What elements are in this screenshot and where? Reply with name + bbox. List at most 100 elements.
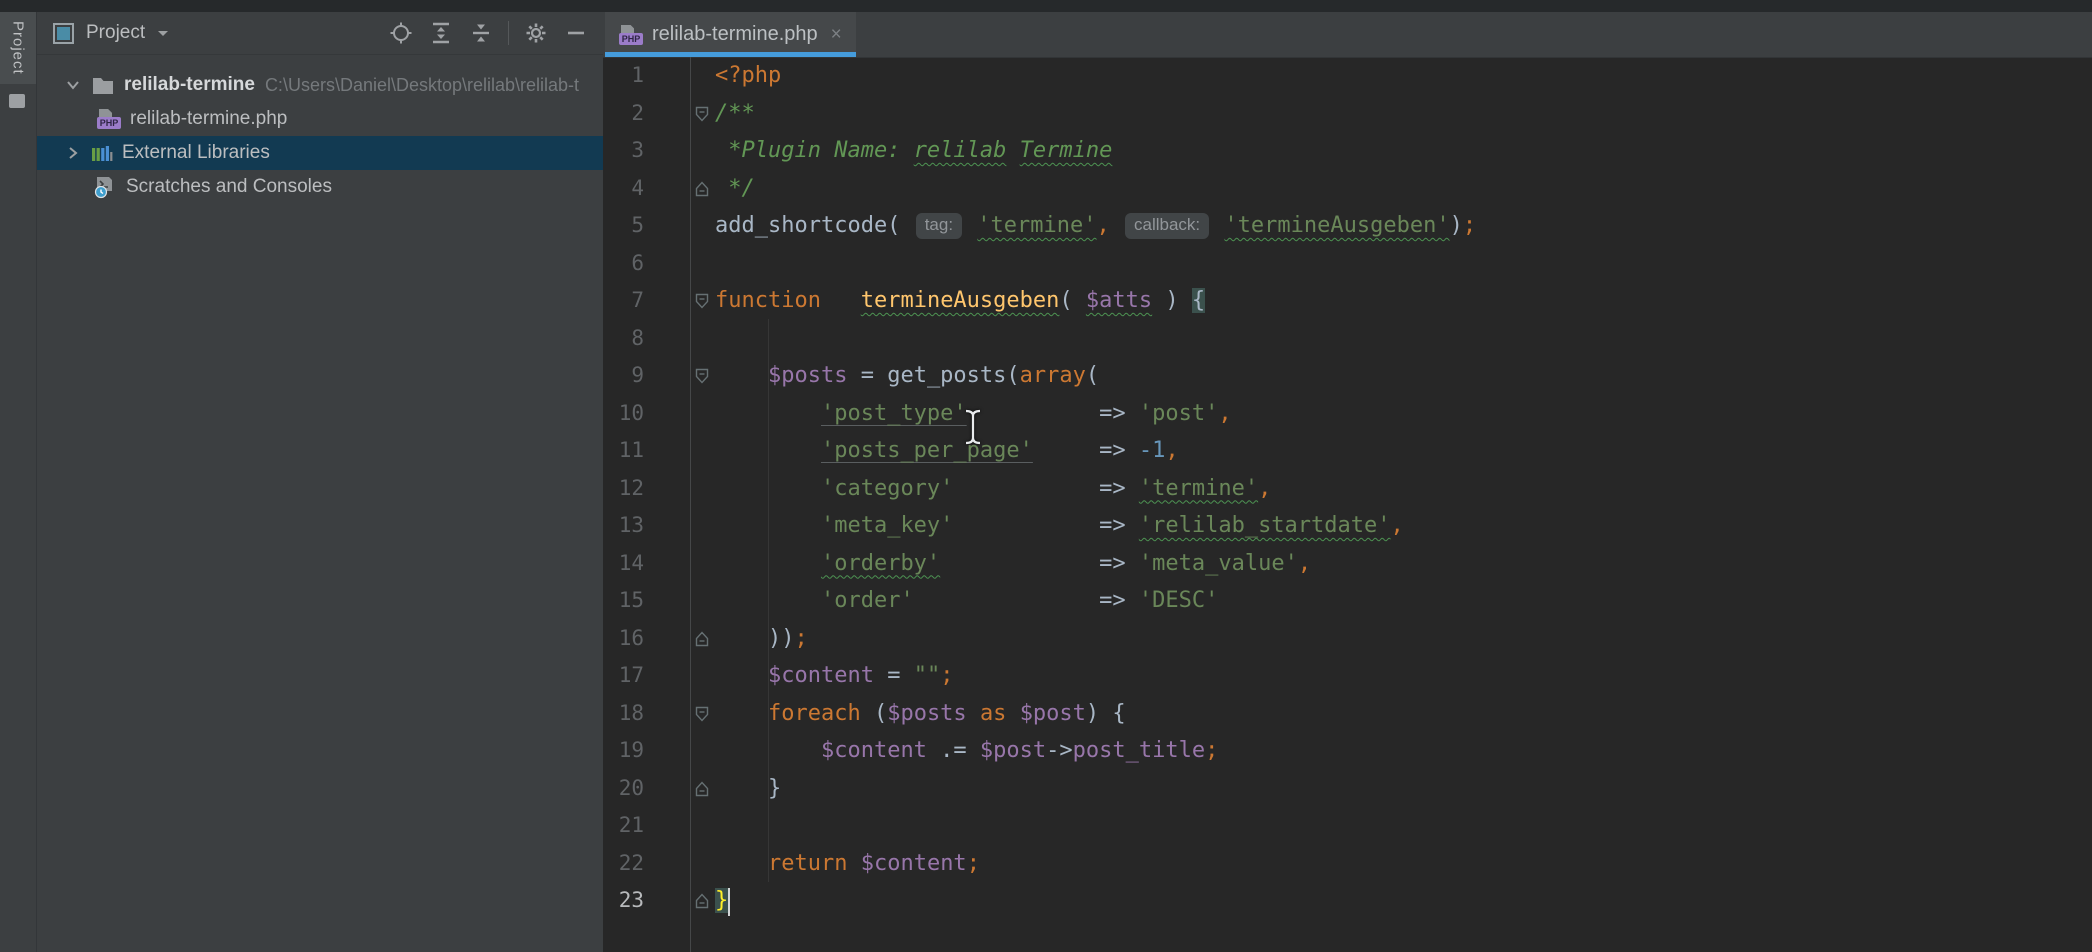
code-token: , bbox=[1258, 476, 1271, 501]
code-text: /** bbox=[715, 95, 755, 133]
code-token: 'DESC' bbox=[1139, 588, 1218, 613]
fold-gutter bbox=[690, 582, 715, 620]
line-number: 2 bbox=[603, 95, 690, 133]
fold-marker-icon[interactable] bbox=[690, 357, 715, 395]
line-number: 19 bbox=[603, 732, 690, 770]
project-stripe-label: Project bbox=[10, 21, 27, 75]
fold-gutter bbox=[690, 507, 715, 545]
tree-row-root-folder[interactable]: relilab-termine C:\Users\Daniel\Desktop\… bbox=[37, 68, 603, 102]
code-text: 'meta_key' => 'relilab_startdate', bbox=[715, 507, 1404, 545]
project-panel-header[interactable]: Project bbox=[37, 12, 603, 55]
code-token: foreach bbox=[768, 701, 861, 726]
locate-icon[interactable] bbox=[388, 20, 414, 46]
code-token: ( bbox=[1059, 288, 1086, 313]
tree-row-php-file[interactable]: PHP relilab-termine.php bbox=[37, 102, 603, 136]
tab-close-icon[interactable]: × bbox=[831, 25, 842, 44]
line-number: 17 bbox=[603, 657, 690, 695]
code-line[interactable]: 4 */ bbox=[603, 170, 2092, 208]
fold-marker-icon[interactable] bbox=[690, 770, 715, 808]
chevron-down-icon[interactable] bbox=[155, 25, 171, 41]
fold-marker-icon[interactable] bbox=[690, 695, 715, 733]
fold-marker-icon[interactable] bbox=[690, 620, 715, 658]
code-token: 'meta_key' bbox=[821, 513, 953, 538]
fold-marker-icon[interactable] bbox=[690, 282, 715, 320]
code-token: return bbox=[768, 851, 847, 876]
code-line[interactable]: 2 /** bbox=[603, 95, 2092, 133]
code-token: .= bbox=[927, 738, 980, 763]
code-token: 'post_type' bbox=[821, 401, 967, 426]
code-line[interactable]: 14 'orderby' => 'meta_value', bbox=[603, 545, 2092, 583]
code-token: , bbox=[1298, 551, 1311, 576]
chevron-down-icon[interactable] bbox=[63, 75, 83, 95]
code-line[interactable]: 11 'posts_per_page' => -1, bbox=[603, 432, 2092, 470]
code-line[interactable]: 21 bbox=[603, 807, 2092, 845]
code-line[interactable]: 16 )); bbox=[603, 620, 2092, 658]
code-line[interactable]: 15 'order' => 'DESC' bbox=[603, 582, 2092, 620]
fold-marker-icon[interactable] bbox=[690, 95, 715, 133]
hide-panel-icon[interactable] bbox=[563, 20, 589, 46]
code-line[interactable]: 3 *Plugin Name: relilab Termine bbox=[603, 132, 2092, 170]
parameter-hint-chip: tag: bbox=[916, 213, 962, 239]
line-number: 12 bbox=[603, 470, 690, 508]
code-text: return $content; bbox=[715, 845, 980, 883]
code-line[interactable]: 8 bbox=[603, 320, 2092, 358]
tree-item-label: Scratches and Consoles bbox=[126, 176, 332, 198]
tree-item-label: relilab-termine.php bbox=[130, 108, 287, 130]
code-token bbox=[715, 701, 768, 726]
code-token: ; bbox=[794, 626, 807, 651]
code-token: *Plugin Name: bbox=[715, 138, 914, 163]
tool-window-square-icon[interactable] bbox=[9, 94, 25, 108]
tree-row-scratches[interactable]: Scratches and Consoles bbox=[37, 170, 603, 204]
line-number: 16 bbox=[603, 620, 690, 658]
code-line[interactable]: 9 $posts = get_posts(array( bbox=[603, 357, 2092, 395]
code-line[interactable]: 12 'category' => 'termine', bbox=[603, 470, 2092, 508]
code-line[interactable]: 18 foreach ($posts as $post) { bbox=[603, 695, 2092, 733]
settings-gear-icon[interactable] bbox=[523, 20, 549, 46]
code-line[interactable]: 13 'meta_key' => 'relilab_startdate', bbox=[603, 507, 2092, 545]
fold-gutter bbox=[690, 245, 715, 283]
fold-gutter bbox=[690, 807, 715, 845]
code-line[interactable]: 7function termineAusgeben( $atts ) { bbox=[603, 282, 2092, 320]
code-token: = get_posts( bbox=[847, 363, 1019, 388]
code-line[interactable]: 1<?php bbox=[603, 57, 2092, 95]
code-line[interactable]: 23} bbox=[603, 882, 2092, 920]
code-line[interactable]: 5add_shortcode( tag: 'termine', callback… bbox=[603, 207, 2092, 245]
code-token: 'post' bbox=[1139, 401, 1218, 426]
chevron-right-icon[interactable] bbox=[63, 143, 83, 163]
code-token: => bbox=[953, 513, 1138, 538]
window-top-strip bbox=[0, 0, 2092, 12]
code-token: , bbox=[1391, 513, 1404, 538]
line-number: 11 bbox=[603, 432, 690, 470]
code-token: $content bbox=[821, 738, 927, 763]
gutter-separator bbox=[690, 57, 691, 952]
fold-gutter bbox=[690, 545, 715, 583]
code-line[interactable]: 6 bbox=[603, 245, 2092, 283]
expand-all-icon[interactable] bbox=[428, 20, 454, 46]
code-editor[interactable]: 1<?php2 /**3 *Plugin Name: relilab Termin… bbox=[603, 57, 2092, 952]
code-token: -> bbox=[1046, 738, 1073, 763]
tab-relilab-termine[interactable]: PHP relilab-termine.php × bbox=[605, 12, 856, 57]
code-token: relilab bbox=[914, 138, 1007, 163]
code-token bbox=[1006, 138, 1019, 163]
fold-marker-icon[interactable] bbox=[690, 882, 715, 920]
code-text: $content = ""; bbox=[715, 657, 953, 695]
code-token bbox=[715, 363, 768, 388]
code-line[interactable]: 19 $content .= $post->post_title; bbox=[603, 732, 2092, 770]
code-line[interactable]: 17 $content = ""; bbox=[603, 657, 2092, 695]
collapse-all-icon[interactable] bbox=[468, 20, 494, 46]
code-line[interactable]: 22 return $content; bbox=[603, 845, 2092, 883]
code-token: , bbox=[1218, 401, 1231, 426]
code-text: <?php bbox=[715, 57, 781, 95]
code-line[interactable]: 10 'post_type' => 'post', bbox=[603, 395, 2092, 433]
code-token: , bbox=[1097, 213, 1110, 238]
line-number: 10 bbox=[603, 395, 690, 433]
code-token: $content bbox=[861, 851, 967, 876]
code-token: 'category' bbox=[821, 476, 953, 501]
code-token: , bbox=[1165, 438, 1178, 463]
fold-gutter bbox=[690, 845, 715, 883]
project-stripe-button[interactable]: Project bbox=[0, 12, 36, 84]
code-line[interactable]: 20 } bbox=[603, 770, 2092, 808]
fold-marker-icon[interactable] bbox=[690, 170, 715, 208]
code-token: 'relilab_startdate' bbox=[1139, 513, 1391, 538]
tree-row-external-libraries[interactable]: External Libraries bbox=[37, 136, 603, 170]
